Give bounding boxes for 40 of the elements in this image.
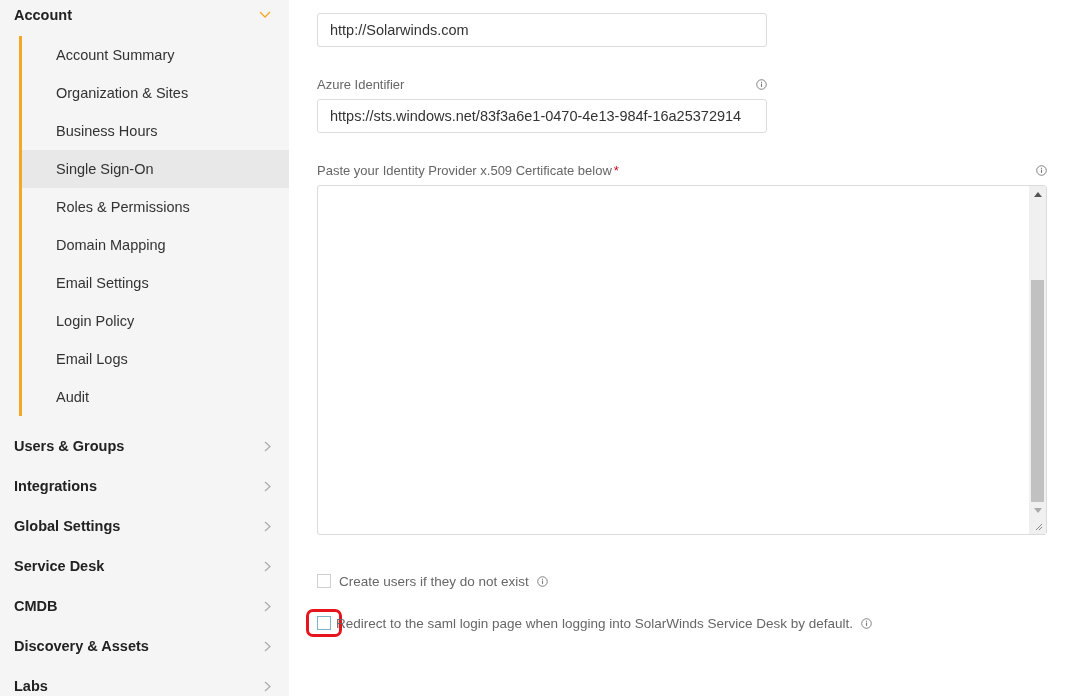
sidebar-section[interactable]: Users & Groups <box>0 426 289 466</box>
sidebar-section[interactable]: Discovery & Assets <box>0 626 289 666</box>
scroll-up-icon[interactable] <box>1033 192 1042 197</box>
checkbox[interactable] <box>317 574 331 588</box>
checkbox[interactable] <box>317 616 331 630</box>
sidebar-item[interactable]: Roles & Permissions <box>22 188 289 226</box>
field-label: Paste your Identity Provider x.509 Certificate below* <box>317 162 619 178</box>
sidebar-section[interactable]: Account <box>0 0 289 30</box>
sidebar-item[interactable]: Login Policy <box>22 302 289 340</box>
field-label: Azure Identifier <box>317 76 405 92</box>
info-icon <box>756 78 767 90</box>
azure-identifier-field[interactable]: https://sts.windows.net/83f3a6e1-0470-4e13-984f-16a25372914 <box>317 99 767 133</box>
chevron-right-icon <box>264 520 271 532</box>
info-icon <box>536 575 548 587</box>
scroll-down-icon[interactable] <box>1033 508 1042 513</box>
info-icon <box>861 617 873 629</box>
chevron-right-icon <box>264 480 271 492</box>
sidebar-section[interactable]: Global Settings <box>0 506 289 546</box>
sidebar-item[interactable]: Business Hours <box>22 112 289 150</box>
chevron-right-icon <box>264 600 271 612</box>
sidebar-section[interactable]: Service Desk <box>0 546 289 586</box>
checkbox-label: Create users if they do not exist <box>339 573 529 589</box>
chevron-right-icon <box>264 440 271 452</box>
sidebar-item[interactable]: Organization & Sites <box>22 74 289 112</box>
chevron-down-icon <box>259 11 271 19</box>
sidebar-item[interactable]: Domain Mapping <box>22 226 289 264</box>
chevron-right-icon <box>264 640 271 652</box>
scrollbar[interactable] <box>1029 186 1046 534</box>
info-icon <box>1036 164 1047 176</box>
sidebar-item[interactable]: Email Settings <box>22 264 289 302</box>
sidebar-item[interactable]: Account Summary <box>22 36 289 74</box>
chevron-right-icon <box>264 560 271 572</box>
sidebar-section[interactable]: CMDB <box>0 586 289 626</box>
sidebar-section[interactable]: Labs <box>0 666 289 696</box>
sidebar-item[interactable]: Single Sign-On <box>22 150 289 188</box>
sidebar-item[interactable]: Email Logs <box>22 340 289 378</box>
sidebar-section[interactable]: Integrations <box>0 466 289 506</box>
url-field[interactable]: http://Solarwinds.com <box>317 13 767 47</box>
sidebar-item[interactable]: Audit <box>22 378 289 416</box>
chevron-right-icon <box>264 680 271 692</box>
